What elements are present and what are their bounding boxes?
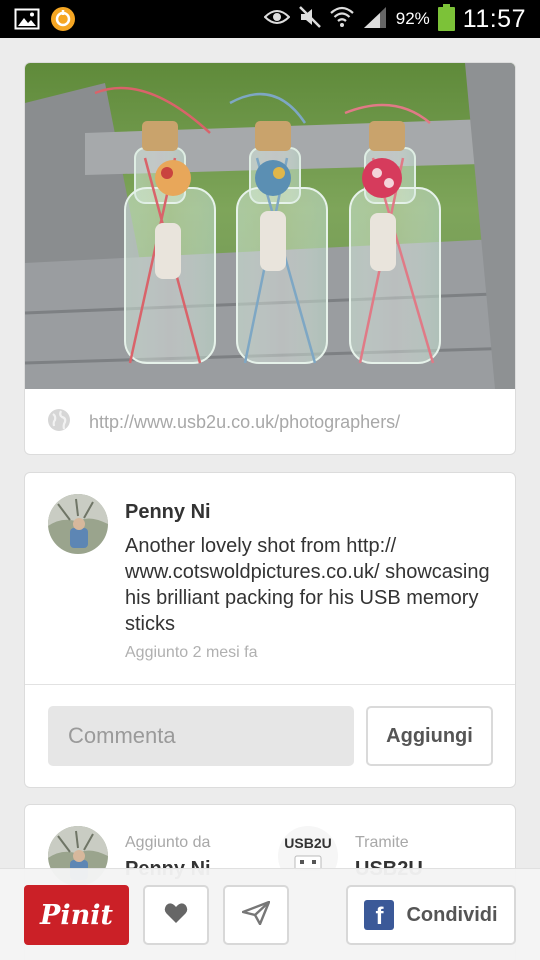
share-button[interactable]: f Condividi [346, 885, 516, 945]
battery-percent: 92% [395, 9, 430, 28]
send-icon [241, 900, 271, 930]
heart-icon [164, 902, 188, 929]
pin-details-card: Penny Ni Another lovely shot from http:/… [24, 472, 516, 788]
battery-icon [437, 4, 455, 31]
clock: 11:57 [462, 4, 526, 33]
system-icons: 92% 11:57 [263, 4, 526, 34]
signal-icon [362, 5, 388, 34]
comment-input[interactable] [48, 706, 354, 766]
added-by-label: Aggiunto da [125, 834, 211, 851]
add-comment-button[interactable]: Aggiungi [366, 706, 493, 766]
globe-icon [47, 408, 71, 437]
gallery-notification-icon [14, 8, 40, 35]
pin-description: Another lovely shot from http:// www.cot… [125, 535, 490, 635]
wifi-icon [330, 6, 354, 33]
like-button[interactable] [143, 885, 209, 945]
pin-photo[interactable] [25, 63, 516, 389]
share-label: Condividi [406, 903, 498, 926]
facebook-icon: f [364, 900, 395, 930]
pinit-button[interactable]: Pinit [24, 885, 129, 945]
mute-icon [298, 5, 322, 34]
pin-image-card: http://www.usb2u.co.uk/photographers/ [24, 62, 516, 455]
avatar[interactable] [48, 494, 108, 554]
source-url[interactable]: http://www.usb2u.co.uk/photographers/ [89, 412, 400, 433]
send-button[interactable] [223, 885, 289, 945]
status-bar: 92% 11:57 [0, 0, 540, 38]
divider [25, 684, 515, 685]
author-name[interactable]: Penny Ni [125, 501, 211, 524]
eye-icon [263, 8, 291, 31]
action-bar: Pinit f Condividi [0, 868, 540, 960]
app-notification-icon [50, 6, 76, 37]
via-label: Tramite [355, 834, 409, 851]
usb2u-logo-text: USB2U [284, 835, 331, 851]
pin-timestamp: Aggiunto 2 mesi fa [125, 644, 258, 661]
notification-icons [14, 6, 76, 37]
source-link[interactable]: http://www.usb2u.co.uk/photographers/ [25, 389, 515, 454]
